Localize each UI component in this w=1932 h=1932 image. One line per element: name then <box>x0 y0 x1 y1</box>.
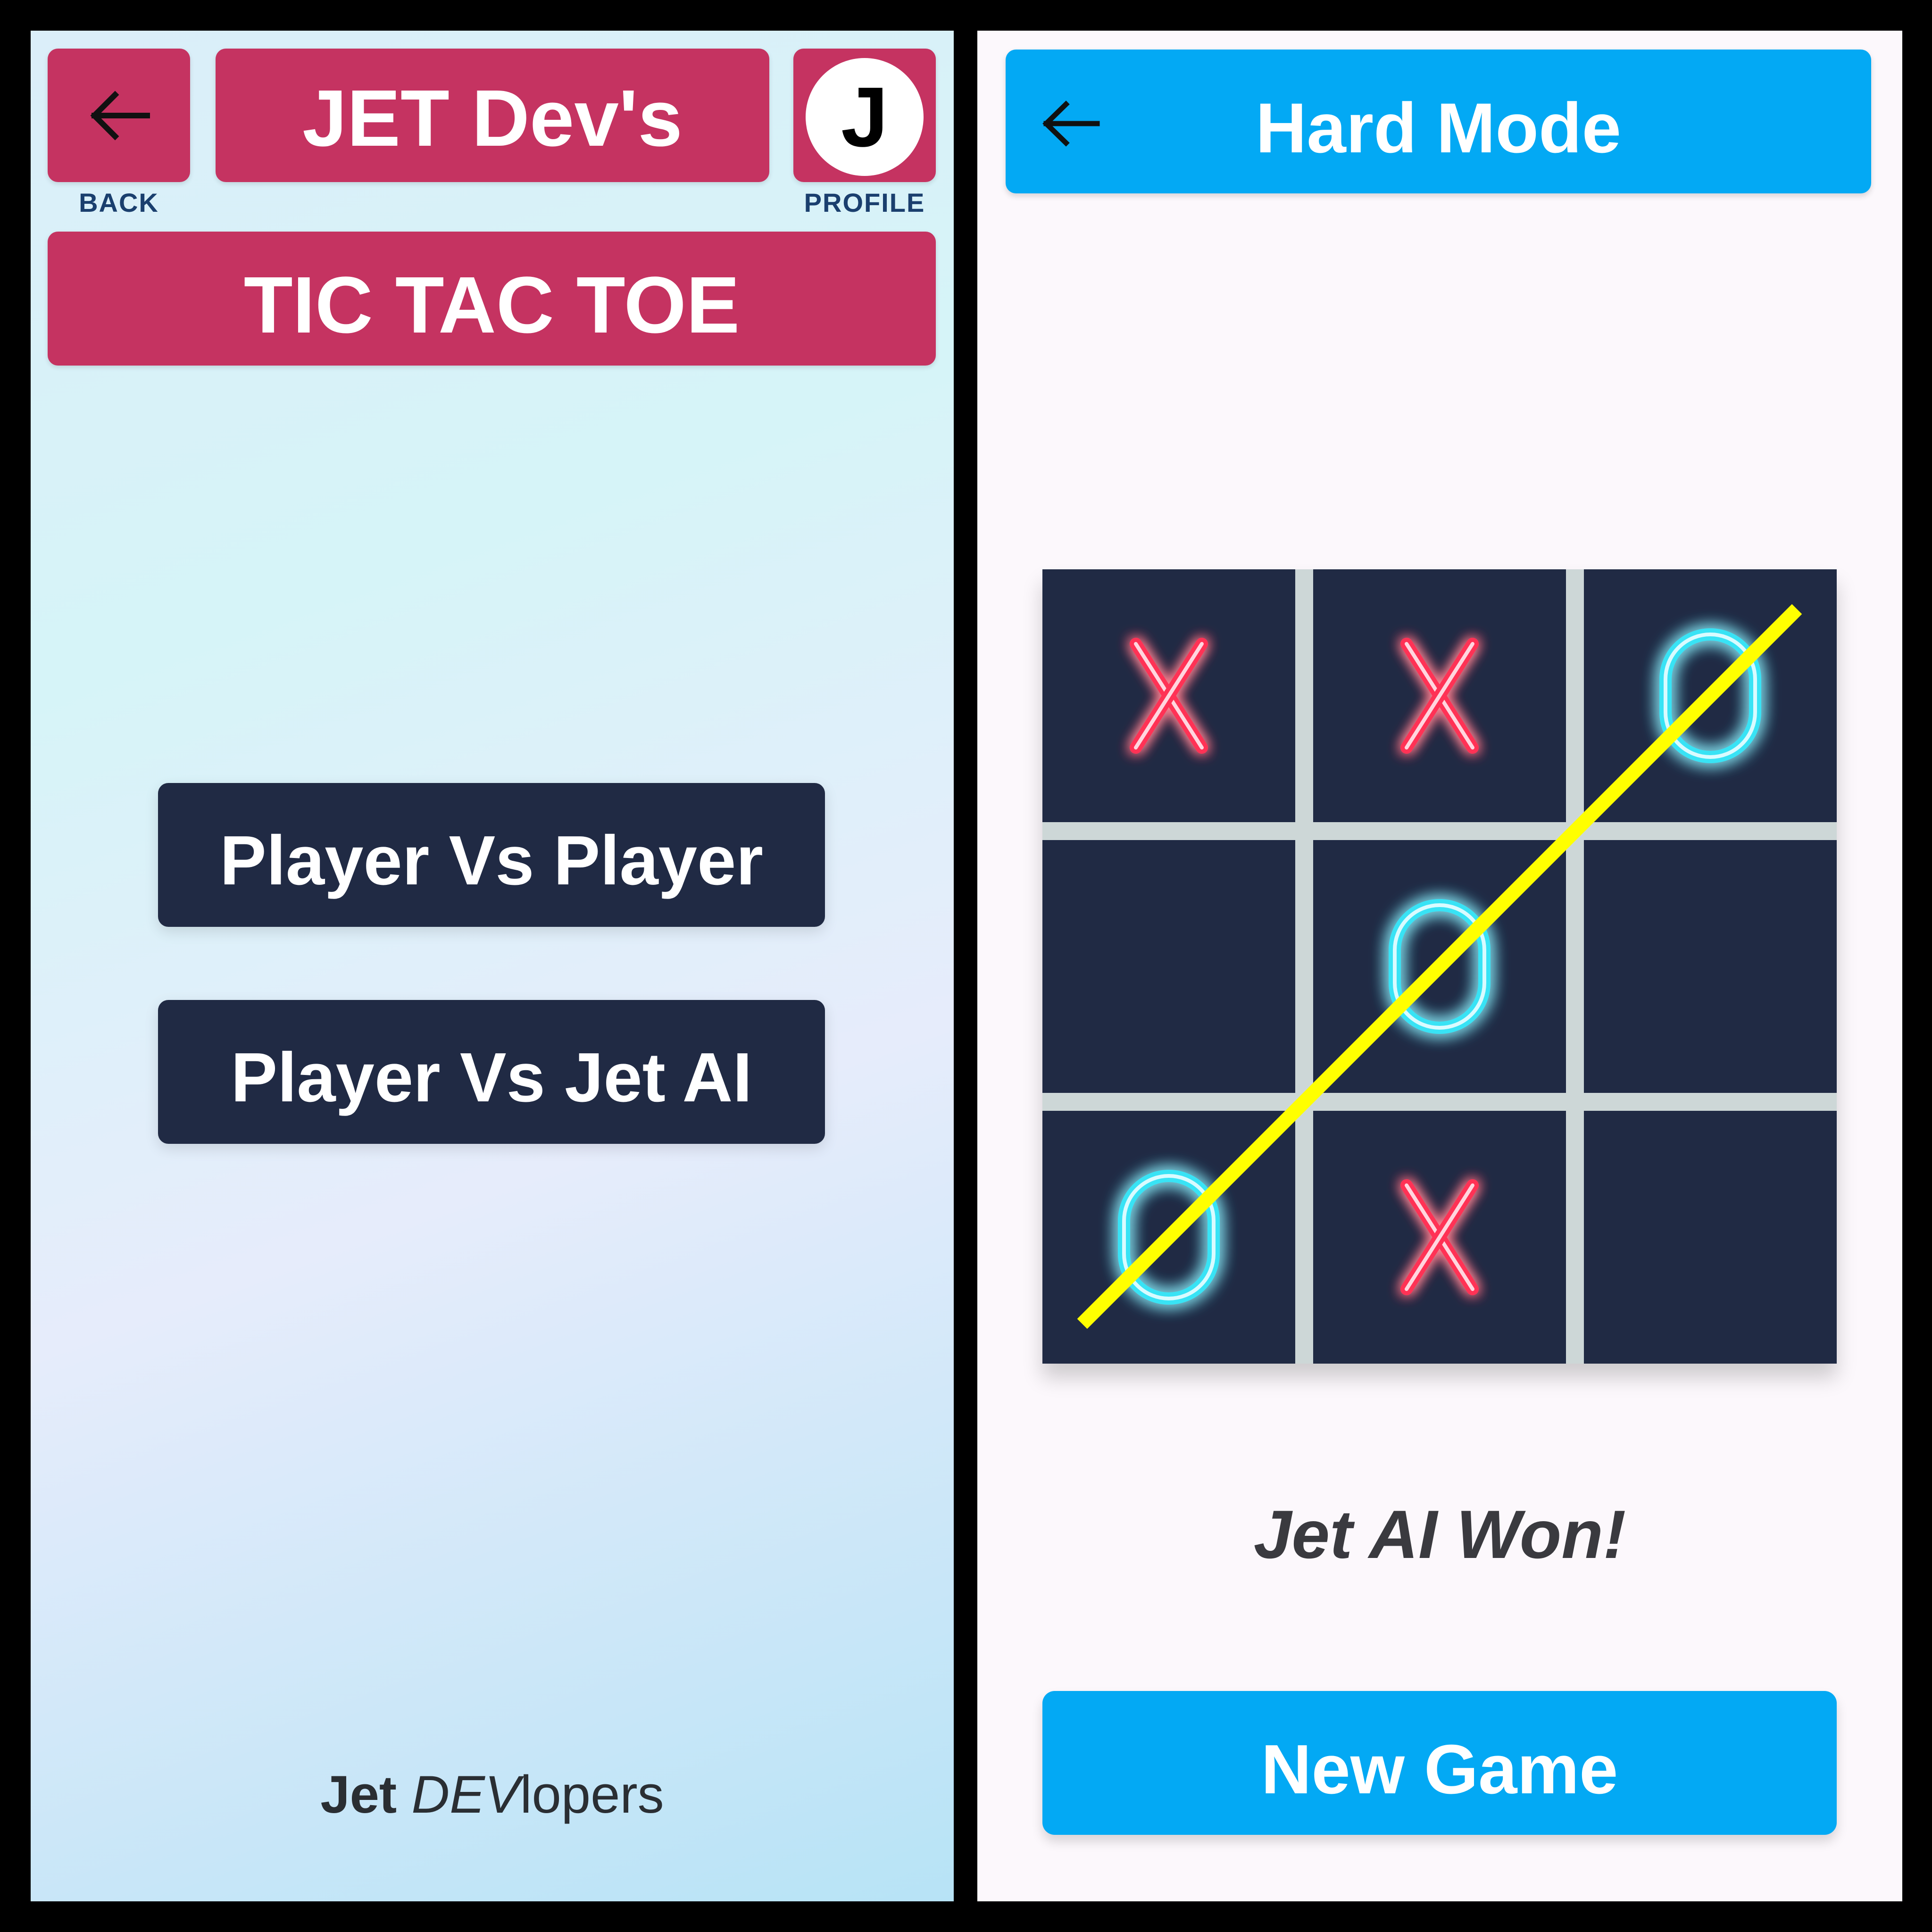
x-mark <box>1130 638 1208 754</box>
game-header: Hard Mode <box>1006 50 1871 193</box>
player-vs-player-label: Player Vs Player <box>220 822 763 899</box>
new-game-button[interactable]: New Game <box>1042 1691 1837 1835</box>
player-vs-ai-button[interactable]: Player Vs Jet AI <box>158 1000 825 1144</box>
board-marks <box>1077 604 1802 1329</box>
game-title-banner: TIC TAC TOE <box>48 232 936 366</box>
credit-bold: Jet <box>320 1765 397 1824</box>
game-board <box>1042 569 1837 1364</box>
avatar-initial: J <box>841 70 889 165</box>
credit-italic: DEV <box>411 1765 520 1824</box>
player-vs-player-button[interactable]: Player Vs Player <box>158 783 825 927</box>
back-button[interactable] <box>48 49 190 182</box>
profile-button[interactable]: J <box>793 49 936 182</box>
game-screen: Hard Mode Jet AI Won! New Game <box>977 31 1902 1901</box>
avatar: J <box>806 58 924 176</box>
new-game-label: New Game <box>1261 1731 1618 1808</box>
credit-rest: lopers <box>520 1765 664 1824</box>
game-title: TIC TAC TOE <box>243 260 740 350</box>
profile-caption: PROFILE <box>804 188 925 217</box>
app-title-banner: JET Dev's <box>216 49 769 182</box>
x-mark <box>1400 1179 1479 1295</box>
mode-title: Hard Mode <box>1255 88 1622 167</box>
developer-credit: Jet DEVlopers <box>31 1764 954 1825</box>
back-arrow-icon <box>90 91 150 141</box>
game-result: Jet AI Won! <box>1253 1496 1626 1573</box>
x-mark <box>1400 638 1479 754</box>
player-vs-ai-label: Player Vs Jet AI <box>231 1039 752 1116</box>
app-title: JET Dev's <box>302 74 683 163</box>
winning-line <box>1077 604 1802 1329</box>
back-caption: BACK <box>79 188 159 217</box>
mode-select-screen: JET Dev's J BACK PROFILE TIC TAC TOE Pla… <box>31 31 954 1901</box>
